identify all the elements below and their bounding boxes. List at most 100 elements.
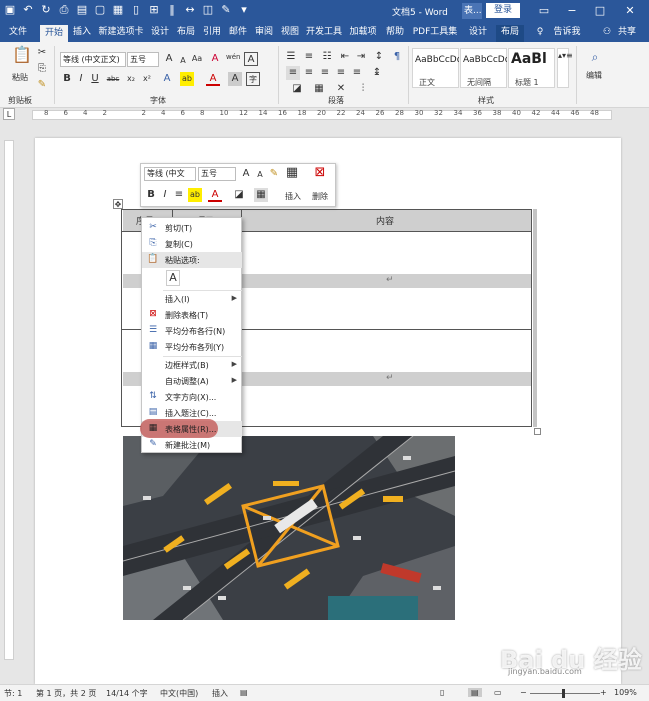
paste-keep-text-icon[interactable]: A [166, 270, 180, 286]
new-icon[interactable]: ▢ [94, 3, 106, 17]
decrease-indent-icon[interactable]: ⇤ [338, 50, 352, 64]
tab-addins[interactable]: 加载项 [346, 25, 380, 42]
tab-mailings[interactable]: 邮件 [226, 25, 250, 42]
minimize-button[interactable]: − [564, 3, 580, 19]
share-button[interactable]: 共享 [614, 25, 640, 42]
style-normal[interactable]: AaBbCcDd 正文 [412, 48, 459, 88]
tab-file[interactable]: 文件 [6, 25, 30, 42]
show-marks-icon[interactable]: ¶ [390, 50, 404, 64]
street-intersection-photo[interactable] [123, 436, 455, 620]
text-effects-icon[interactable]: A [160, 72, 174, 86]
italic-button[interactable]: I [74, 72, 88, 86]
close-button[interactable]: ✕ [622, 3, 638, 19]
shading-icon[interactable]: ◪ [290, 82, 304, 96]
justify-icon[interactable]: ≡ [334, 66, 348, 80]
tab-new[interactable]: 新建选项卡 [96, 25, 146, 42]
numbering-icon[interactable]: ≡ [302, 50, 316, 64]
tab-view[interactable]: 视图 [278, 25, 302, 42]
vertical-ruler[interactable] [4, 140, 14, 660]
mini-format-painter-icon[interactable]: ✎ [267, 167, 281, 181]
phonetic-guide-icon[interactable]: wén [226, 50, 240, 64]
columns-icon[interactable]: ‖ [166, 3, 178, 17]
lightbulb-icon[interactable]: ♀ [534, 25, 546, 42]
print-preview-icon[interactable]: ⎙ [58, 3, 70, 17]
save-icon[interactable]: ▣ [4, 3, 16, 17]
tell-me-search[interactable]: 表... [462, 3, 482, 19]
grow-font-icon[interactable]: A [162, 52, 176, 66]
menu-distribute-cols[interactable]: ▦ 平均分布各列(Y) [142, 339, 242, 355]
read-mode-icon[interactable]: ▯ [440, 688, 444, 697]
menu-insert[interactable]: 插入(I) ▶ [142, 291, 242, 307]
macro-record-icon[interactable]: ▤ [240, 688, 248, 697]
bold-button[interactable]: B [60, 72, 74, 86]
tab-home[interactable]: 开始 [40, 25, 68, 42]
mini-insert-table-icon[interactable]: ▦ [285, 166, 299, 180]
tab-design[interactable]: 设计 [148, 25, 172, 42]
more-icon[interactable]: ▾ [238, 3, 250, 17]
mini-delete-table-icon[interactable]: ⊠ [313, 166, 327, 180]
strikethrough-button[interactable]: abc [106, 72, 120, 86]
mini-size-select[interactable]: 五号 [198, 167, 236, 181]
mini-shading-icon[interactable]: ◪ [232, 188, 246, 202]
align-right-icon[interactable]: ≡ [318, 66, 332, 80]
align-left-icon[interactable]: ≡ [286, 66, 300, 80]
table-header-cell[interactable]: 内容 [376, 214, 394, 227]
mini-font-select[interactable]: 等线 (中文 [144, 167, 196, 181]
tab-references[interactable]: 引用 [200, 25, 224, 42]
mini-delete-label[interactable]: 删除 [312, 191, 328, 202]
style-heading-1[interactable]: AaBl 标题 1 [508, 48, 555, 88]
horizontal-ruler[interactable]: L 8 6 4 2 2 4 6 8 10 12 14 16 18 20 22 24 26 28 30 32 34 36 38… [0, 108, 649, 122]
tab-pdf[interactable]: PDF工具集 [410, 25, 460, 42]
menu-table-properties[interactable]: ▦ 表格属性(R)... [140, 419, 242, 438]
asian-layout-icon[interactable]: ✕ [334, 82, 348, 96]
zoom-level[interactable]: 109% [614, 688, 637, 697]
mini-insert-label[interactable]: 插入 [285, 191, 301, 202]
tell-me-label[interactable]: 告诉我 [550, 25, 584, 42]
copy-icon[interactable]: ⎘ [35, 62, 49, 76]
menu-cut[interactable]: ✂ 剪切(T) [142, 220, 242, 236]
styles-scroll-icon[interactable]: ▴▾≡ [557, 48, 573, 88]
sort-icon[interactable]: ↕ [372, 50, 386, 64]
status-words[interactable]: 14/14 个字 [106, 688, 148, 699]
tab-help[interactable]: 帮助 [382, 25, 408, 42]
style-no-spacing[interactable]: AaBbCcDd 无间隔 [460, 48, 507, 88]
zoom-out-icon[interactable]: − [520, 688, 527, 697]
highlight-color-icon[interactable]: ab [180, 72, 194, 86]
open-icon[interactable]: ▤ [76, 3, 88, 17]
subscript-button[interactable]: x₂ [124, 72, 138, 86]
paste-icon[interactable]: 📋 [12, 47, 32, 68]
enclose-char-icon[interactable]: 字 [246, 72, 260, 86]
bullets-icon[interactable]: ☰ [284, 50, 298, 64]
table-icon[interactable]: ⊞ [148, 3, 160, 17]
font-name-select[interactable]: 等线 (中文正文) [60, 52, 126, 67]
menu-new-comment[interactable]: ✎ 新建批注(M) [142, 437, 242, 453]
zoom-thumb[interactable] [562, 689, 565, 698]
mini-highlight-icon[interactable]: ab [188, 188, 202, 202]
redo-icon[interactable]: ↻ [40, 3, 52, 17]
cut-icon[interactable]: ✂ [35, 46, 49, 60]
align-center-icon[interactable]: ≡ [302, 66, 316, 80]
format-painter-icon[interactable]: ✎ [35, 78, 49, 92]
change-case-icon[interactable]: Aa [190, 52, 204, 66]
print-layout-icon[interactable]: ▤ [468, 688, 482, 697]
table-move-handle-icon[interactable]: ✥ [113, 199, 123, 209]
mini-font-color-icon[interactable]: A [208, 188, 222, 202]
shape-icon[interactable]: ◫ [202, 3, 214, 17]
menu-text-direction[interactable]: ⇅ 文字方向(X)... [142, 389, 242, 405]
menu-autofit[interactable]: 自动调整(A) ▶ [142, 373, 242, 389]
status-page[interactable]: 第 1 页，共 2 页 [36, 688, 96, 699]
tab-selector-icon[interactable]: L [3, 108, 15, 120]
menu-copy[interactable]: ⎘ 复制(C) [142, 236, 242, 252]
menu-delete-table[interactable]: ⊠ 删除表格(T) [142, 307, 242, 323]
line-spacing-icon[interactable]: ↨ [370, 66, 384, 80]
grid-icon[interactable]: ▦ [112, 3, 124, 17]
zoom-slider[interactable] [530, 693, 600, 694]
paste-label[interactable]: 粘贴 [12, 72, 28, 83]
font-color-icon[interactable]: A [206, 72, 220, 86]
table-resize-handle[interactable] [534, 428, 541, 435]
person-icon[interactable]: ⚇ [600, 25, 614, 42]
login-button[interactable]: 登录 [486, 3, 520, 18]
mini-shrink-font-icon[interactable]: A [253, 168, 267, 182]
spacing-icon[interactable]: ↔ [184, 3, 196, 17]
char-shading-icon[interactable]: A [228, 72, 242, 86]
